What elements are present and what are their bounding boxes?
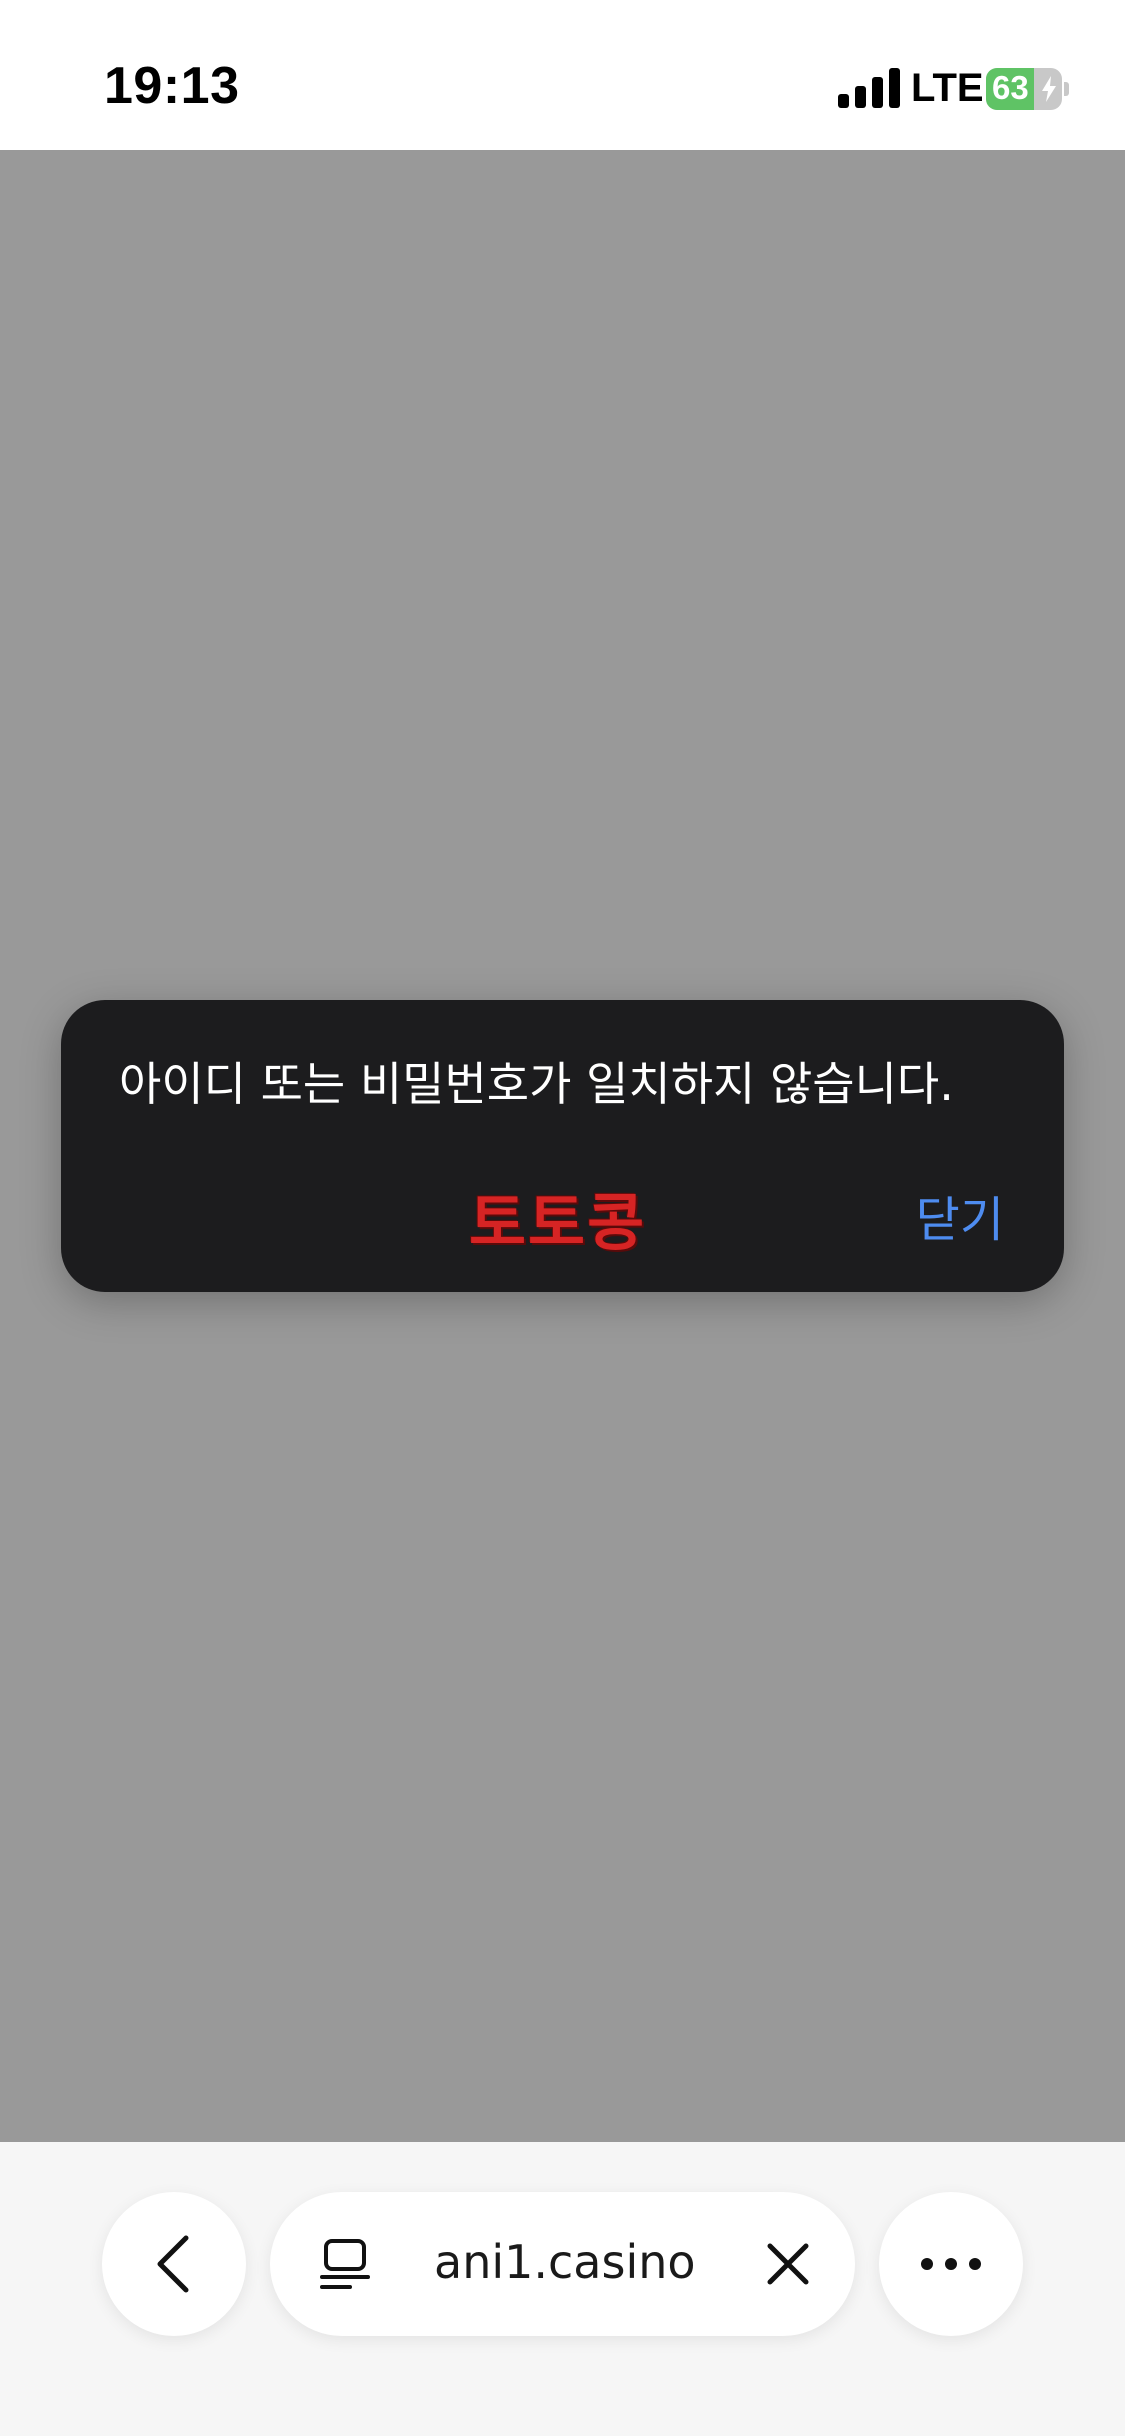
- watermark-text: 토토콩: [469, 1186, 647, 1259]
- status-time: 19:13: [104, 57, 240, 115]
- signal-strength-icon: [838, 68, 900, 108]
- url-text[interactable]: ani1.casino: [434, 2235, 696, 2289]
- battery-level: 63: [992, 69, 1029, 106]
- network-type: LTE: [911, 66, 984, 110]
- address-bar[interactable]: ani1.casino: [270, 2192, 855, 2336]
- more-icon: [921, 2258, 981, 2270]
- status-bar: 19:13 LTE 63: [0, 0, 1125, 150]
- close-button[interactable]: 닫기: [916, 1180, 1004, 1250]
- browser-toolbar: ani1.casino: [0, 2142, 1125, 2436]
- chevron-left-icon: [157, 2235, 189, 2293]
- alert-message: 아이디 또는 비밀번호가 일치하지 않습니다.: [119, 1057, 954, 1111]
- more-button[interactable]: [879, 2192, 1023, 2336]
- charging-bolt-icon: [1042, 76, 1056, 102]
- close-icon[interactable]: [766, 2242, 810, 2286]
- battery-icon: 63: [986, 68, 1069, 110]
- alert-dialog: 아이디 또는 비밀번호가 일치하지 않습니다. 토토콩 닫기: [61, 1000, 1064, 1292]
- tabs-icon[interactable]: [320, 2238, 370, 2290]
- back-button[interactable]: [102, 2192, 246, 2336]
